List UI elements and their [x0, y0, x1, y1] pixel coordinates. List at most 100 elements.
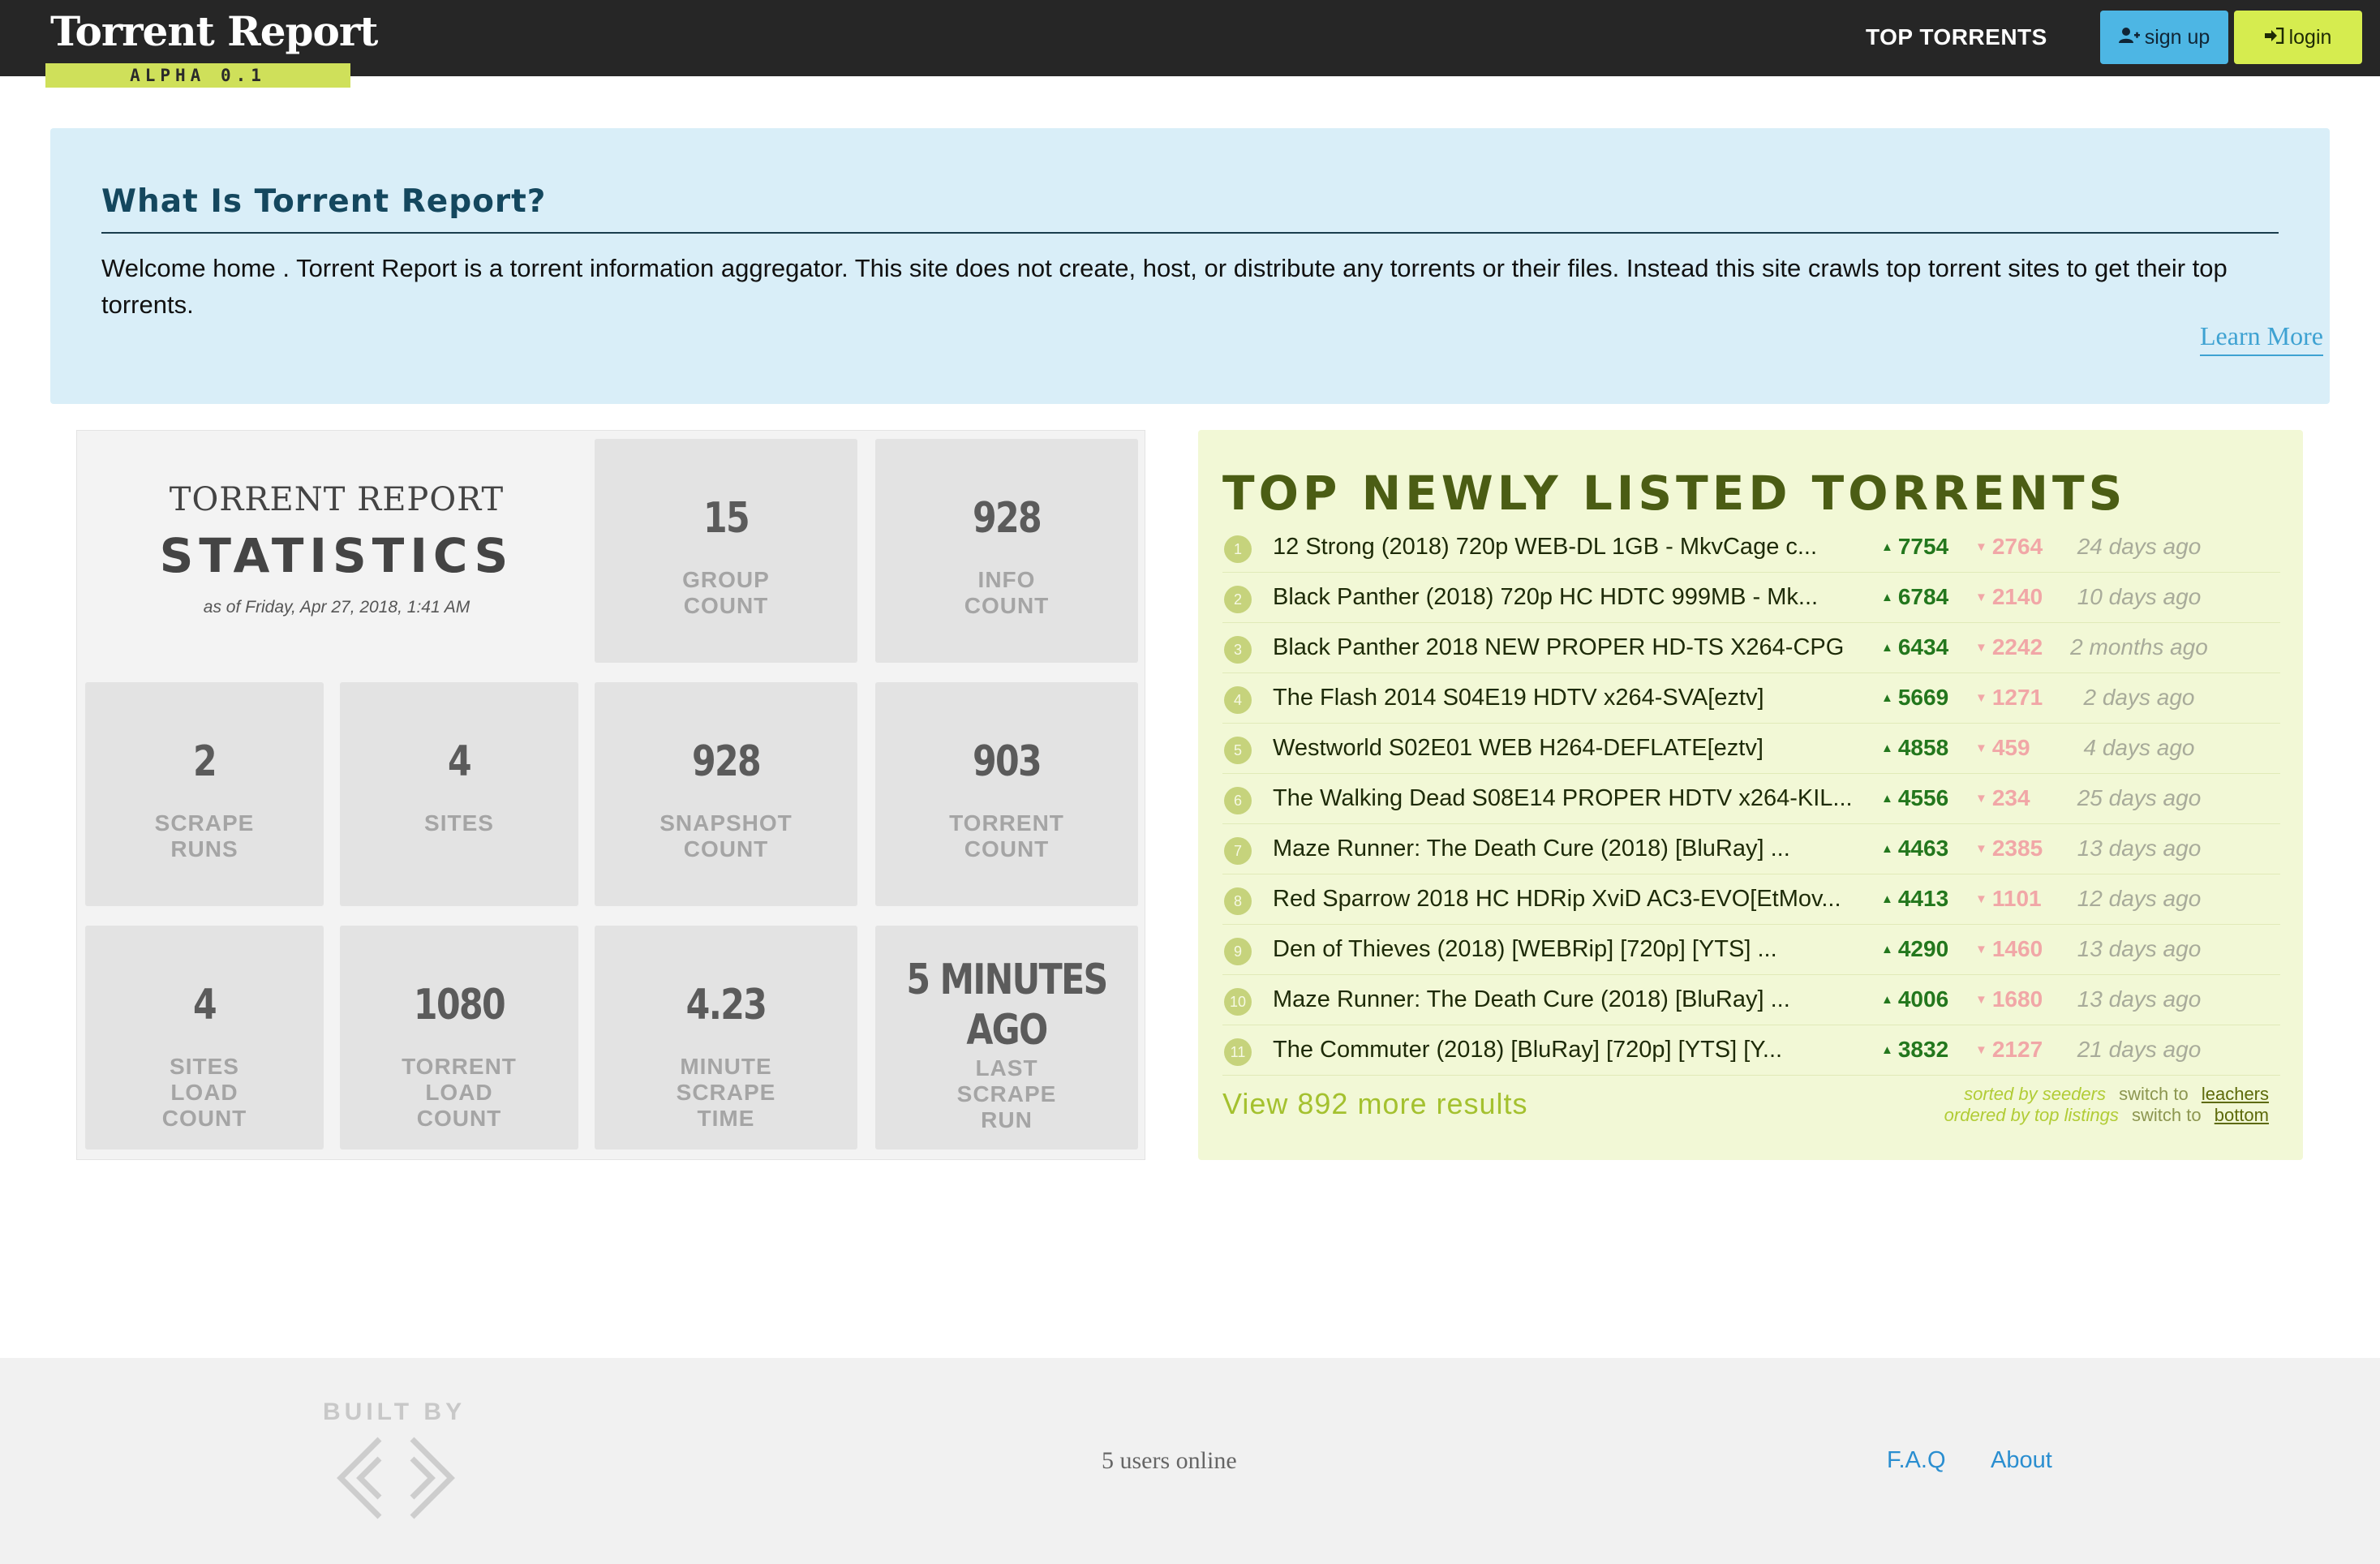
- seeders-count: ▲ 6434: [1881, 634, 1962, 660]
- seeders-count: ▲ 4556: [1881, 785, 1962, 811]
- leechers-count: ▼ 2242: [1975, 634, 2056, 660]
- stat-value: 928: [691, 737, 762, 786]
- torrent-row[interactable]: 11 The Commuter (2018) [BluRay] [720p] [Y…: [1222, 1025, 2280, 1076]
- torrent-name-link[interactable]: Red Sparrow 2018 HC HDRip XviD AC3-EVO[E…: [1273, 886, 1841, 913]
- stat-value: 15: [702, 494, 750, 543]
- version-badge: ALPHA 0.1: [45, 63, 350, 88]
- torrent-name-link[interactable]: Maze Runner: The Death Cure (2018) [BluR…: [1273, 836, 1790, 862]
- stat-label: TORRENT COUNT: [949, 810, 1064, 861]
- seeders-value: 4006: [1897, 986, 1949, 1012]
- listed-age: 13 days ago: [2077, 836, 2202, 861]
- torrent-name-link[interactable]: Black Panther 2018 NEW PROPER HD-TS X264…: [1273, 634, 1844, 661]
- seeders-value: 4556: [1897, 785, 1949, 810]
- rank-badge: 3: [1224, 636, 1252, 664]
- rank-badge: 11: [1224, 1038, 1252, 1066]
- triangle-down-icon: ▼: [1975, 993, 1987, 1007]
- listed-age: 24 days ago: [2077, 534, 2202, 559]
- torrent-row[interactable]: 9 Den of Thieves (2018) [WEBRip] [720p] […: [1222, 925, 2280, 975]
- faq-link[interactable]: F.A.Q: [1887, 1447, 1946, 1474]
- listed-age: 4 days ago: [2083, 735, 2195, 760]
- stat-label: MINUTE SCRAPE TIME: [676, 1054, 776, 1131]
- torrent-row[interactable]: 7 Maze Runner: The Death Cure (2018) [Blu…: [1222, 824, 2280, 874]
- leechers-count: ▼ 459: [1975, 735, 2056, 761]
- torrent-row[interactable]: 3 Black Panther 2018 NEW PROPER HD-TS X26…: [1222, 623, 2280, 673]
- code-brackets-icon[interactable]: [331, 1436, 461, 1529]
- brand[interactable]: Torrent Report ALPHA 0.1: [45, 11, 378, 88]
- rank-badge: 4: [1224, 686, 1252, 714]
- ordered-by-text: ordered by top listings: [1944, 1105, 2119, 1125]
- listed-age: 21 days ago: [2077, 1037, 2202, 1062]
- torrent-name-link[interactable]: The Commuter (2018) [BluRay] [720p] [YTS…: [1273, 1037, 1782, 1063]
- about-link[interactable]: About: [1991, 1447, 2052, 1474]
- torrent-name-link[interactable]: Westworld S02E01 WEB H264-DEFLATE[eztv]: [1273, 735, 1764, 762]
- leechers-value: 459: [1991, 735, 2030, 760]
- login-label: login: [2288, 26, 2332, 49]
- triangle-up-icon: ▲: [1881, 591, 1893, 604]
- leechers-count: ▼ 2140: [1975, 584, 2056, 610]
- about-panel: What Is Torrent Report? Welcome home . T…: [50, 128, 2330, 404]
- leechers-count: ▼ 1460: [1975, 936, 2056, 962]
- stat-tile: 15 GROUP COUNT: [595, 439, 857, 663]
- nav-top-torrents[interactable]: TOP TORRENTS: [1866, 24, 2047, 50]
- about-title: What Is Torrent Report?: [101, 183, 547, 220]
- triangle-up-icon: ▲: [1881, 691, 1893, 705]
- torrent-row[interactable]: 8 Red Sparrow 2018 HC HDRip XviD AC3-EVO[…: [1222, 874, 2280, 925]
- torrent-name-link[interactable]: Black Panther (2018) 720p HC HDTC 999MB …: [1273, 584, 1818, 611]
- leechers-count: ▼ 2764: [1975, 534, 2056, 560]
- torrent-row[interactable]: 1 12 Strong (2018) 720p WEB-DL 1GB - MkvC…: [1222, 522, 2280, 573]
- stat-tile: 4 SITES LOAD COUNT: [85, 926, 324, 1149]
- triangle-down-icon: ▼: [1975, 892, 1987, 906]
- stat-tile: 5 MINUTES AGO LAST SCRAPE RUN: [875, 926, 1138, 1149]
- rank-badge: 5: [1224, 737, 1252, 764]
- brand-title[interactable]: Torrent Report: [50, 11, 378, 52]
- stat-tile: 928 INFO COUNT: [875, 439, 1138, 663]
- switch-to-text: switch to: [2119, 1084, 2189, 1104]
- statistics-title-line1: TORRENT REPORT: [169, 481, 505, 518]
- triangle-up-icon: ▲: [1881, 842, 1893, 856]
- triangle-up-icon: ▲: [1881, 943, 1893, 956]
- stat-label: LAST SCRAPE RUN: [956, 1055, 1057, 1132]
- top-torrents-panel: TOP NEWLY LISTED TORRENTS 1 12 Strong (20…: [1198, 430, 2303, 1160]
- leechers-value: 2140: [1991, 584, 2043, 609]
- torrent-name-link[interactable]: The Flash 2014 S04E19 HDTV x264-SVA[eztv…: [1273, 685, 1764, 711]
- switch-leechers-link[interactable]: leachers: [2202, 1084, 2269, 1104]
- leechers-count: ▼ 1101: [1975, 886, 2056, 912]
- learn-more-link[interactable]: Learn More: [2200, 321, 2323, 356]
- triangle-down-icon: ▼: [1975, 741, 1987, 755]
- torrent-row[interactable]: 4 The Flash 2014 S04E19 HDTV x264-SVA[ezt…: [1222, 673, 2280, 724]
- torrent-row[interactable]: 5 Westworld S02E01 WEB H264-DEFLATE[eztv]…: [1222, 724, 2280, 774]
- seeders-value: 4413: [1897, 886, 1949, 911]
- stat-value: 928: [972, 494, 1042, 543]
- torrent-row[interactable]: 6 The Walking Dead S08E14 PROPER HDTV x26…: [1222, 774, 2280, 824]
- leechers-count: ▼ 1271: [1975, 685, 2056, 711]
- statistics-panel: TORRENT REPORT STATISTICS as of Friday, …: [76, 430, 1145, 1160]
- triangle-up-icon: ▲: [1881, 540, 1893, 554]
- torrent-name-link[interactable]: Maze Runner: The Death Cure (2018) [BluR…: [1273, 986, 1790, 1013]
- stat-tile: 1080 TORRENT LOAD COUNT: [340, 926, 578, 1149]
- leechers-value: 2764: [1991, 534, 2043, 559]
- rank-badge: 9: [1224, 938, 1252, 965]
- torrent-row[interactable]: 10 Maze Runner: The Death Cure (2018) [Bl…: [1222, 975, 2280, 1025]
- torrent-row[interactable]: 2 Black Panther (2018) 720p HC HDTC 999MB…: [1222, 573, 2280, 623]
- torrent-name-link[interactable]: The Walking Dead S08E14 PROPER HDTV x264…: [1273, 785, 1853, 812]
- seeders-count: ▲ 5669: [1881, 685, 1962, 711]
- view-more-link[interactable]: View 892 more results: [1222, 1087, 1528, 1121]
- seeders-value: 6784: [1897, 584, 1949, 609]
- triangle-down-icon: ▼: [1975, 842, 1987, 856]
- stat-value: 1080: [413, 981, 506, 1029]
- torrent-name-link[interactable]: 12 Strong (2018) 720p WEB-DL 1GB - MkvCa…: [1273, 534, 1817, 561]
- seeders-count: ▲ 4858: [1881, 735, 1962, 761]
- seeders-count: ▲ 4463: [1881, 836, 1962, 861]
- signup-button[interactable]: sign up: [2100, 11, 2228, 64]
- leechers-count: ▼ 2127: [1975, 1037, 2056, 1063]
- sorted-by-text: sorted by seeders: [1964, 1084, 2106, 1104]
- seeders-value: 6434: [1897, 634, 1949, 660]
- torrent-name-link[interactable]: Den of Thieves (2018) [WEBRip] [720p] [Y…: [1273, 936, 1777, 963]
- listed-age: 2 days ago: [2083, 685, 2195, 710]
- leechers-value: 1271: [1991, 685, 2043, 710]
- switch-bottom-link[interactable]: bottom: [2215, 1105, 2269, 1125]
- login-button[interactable]: login: [2234, 11, 2362, 64]
- leechers-value: 1101: [1991, 886, 2042, 911]
- triangle-up-icon: ▲: [1881, 792, 1893, 806]
- stat-label: SITES: [424, 810, 494, 836]
